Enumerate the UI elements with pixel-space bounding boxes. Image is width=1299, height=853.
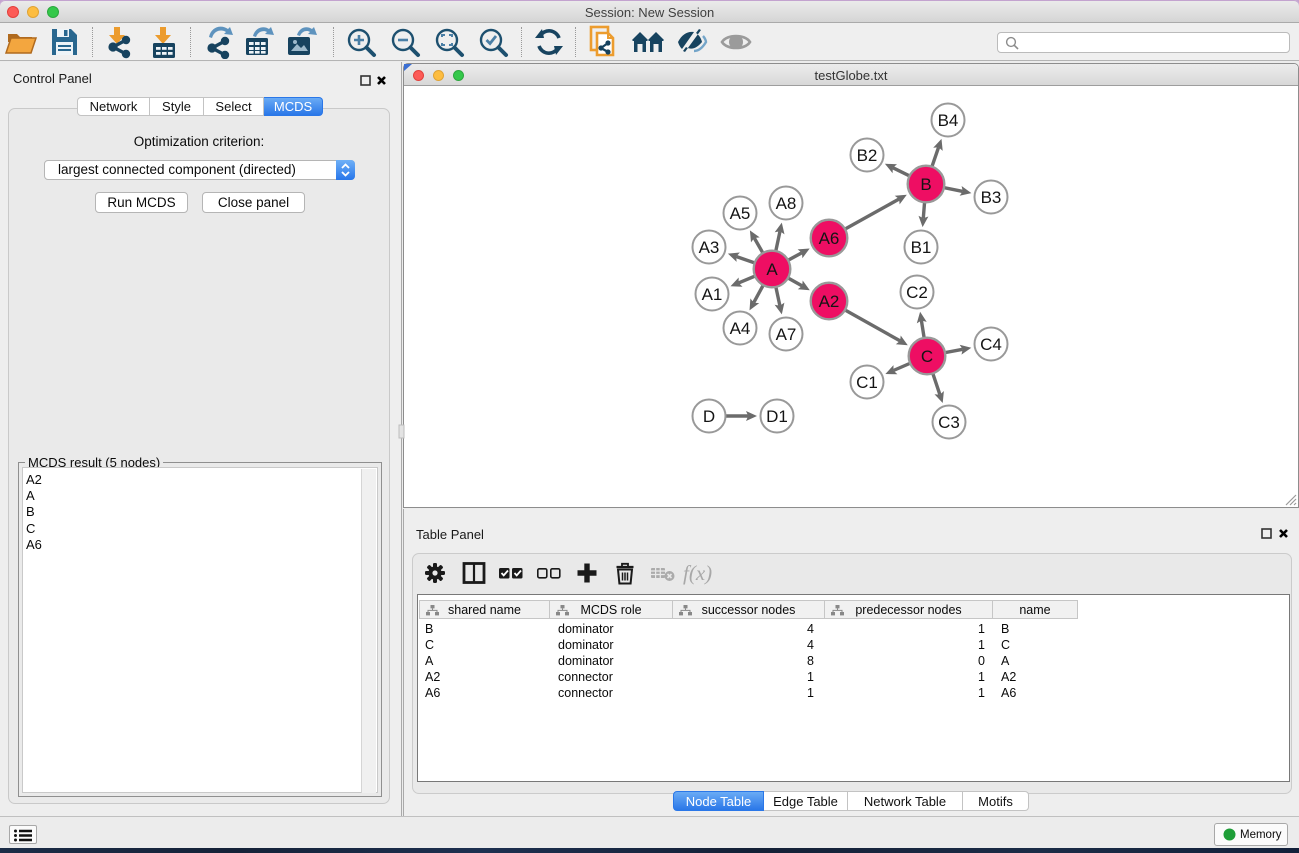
svg-text:C2: C2 [906, 283, 928, 302]
svg-text:A3: A3 [699, 238, 720, 257]
svg-text:C1: C1 [856, 373, 878, 392]
svg-text:C3: C3 [938, 413, 960, 432]
svg-text:D: D [703, 407, 715, 426]
svg-text:B: B [920, 175, 931, 194]
svg-text:B4: B4 [938, 111, 959, 130]
svg-text:B3: B3 [981, 188, 1002, 207]
svg-text:A5: A5 [730, 204, 751, 223]
svg-text:A: A [766, 260, 778, 279]
svg-text:C: C [921, 347, 933, 366]
svg-text:A2: A2 [819, 292, 840, 311]
svg-text:A4: A4 [730, 319, 751, 338]
svg-text:B1: B1 [911, 238, 932, 257]
svg-text:A8: A8 [776, 194, 797, 213]
svg-text:C4: C4 [980, 335, 1002, 354]
svg-text:A1: A1 [702, 285, 723, 304]
svg-text:D1: D1 [766, 407, 788, 426]
svg-text:A7: A7 [776, 325, 797, 344]
svg-text:A6: A6 [819, 229, 840, 248]
svg-text:B2: B2 [857, 146, 878, 165]
